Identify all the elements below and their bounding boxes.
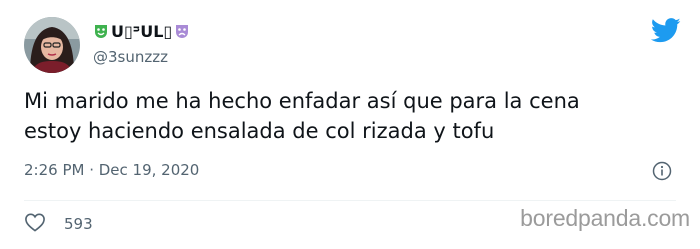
tweet-text-line: estoy haciendo ensalada de col rizada y … xyxy=(24,119,495,143)
tweet-timestamp[interactable]: 2:26 PM · Dec 19, 2020 xyxy=(24,161,199,179)
author-handle[interactable]: @3sunzzz xyxy=(93,48,168,66)
author-name-row[interactable]: U▯ᵙUL▯ xyxy=(93,20,190,42)
like-count: 593 xyxy=(64,215,93,233)
performing-arts-mask-icon xyxy=(174,23,190,39)
heart-icon xyxy=(24,212,46,236)
twitter-bird-icon[interactable] xyxy=(650,18,681,43)
avatar[interactable] xyxy=(24,17,80,73)
performing-arts-mask-icon xyxy=(93,23,109,39)
display-name: U▯ᵙUL▯ xyxy=(111,21,173,41)
like-button[interactable]: 593 xyxy=(24,212,93,236)
tweet-text-line: Mi marido me ha hecho enfadar así que pa… xyxy=(24,89,580,113)
divider xyxy=(24,200,676,201)
tweet-text: Mi marido me ha hecho enfadar así que pa… xyxy=(24,86,674,146)
info-icon[interactable] xyxy=(652,161,672,181)
watermark: boredpanda.com xyxy=(520,205,690,231)
tweet-card: U▯ᵙUL▯ @3sunzzz Mi marido me ha hecho en… xyxy=(0,0,700,249)
